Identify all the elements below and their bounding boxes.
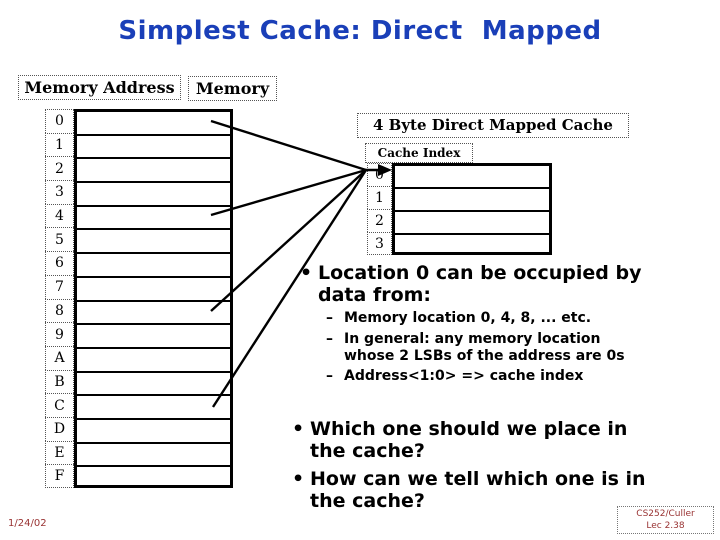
bullet-text: How can we tell which one is in the cach… bbox=[310, 468, 646, 513]
cache-cells-box bbox=[392, 163, 552, 255]
memory-cell bbox=[77, 302, 230, 326]
bullet-marker-icon: • bbox=[292, 468, 305, 491]
arrow-line-from-0 bbox=[210, 119, 367, 172]
memory-address-label: 2 bbox=[45, 156, 74, 181]
sub-bullet-text: Memory location 0, 4, 8, ... etc. bbox=[344, 310, 592, 327]
memory-cell bbox=[77, 254, 230, 278]
memory-cell bbox=[77, 207, 230, 231]
bullet-item: • Location 0 can be occupied by data from… bbox=[296, 262, 720, 306]
bullet-list-questions: • Which one should we place in the cache?… bbox=[288, 418, 720, 518]
memory-address-label: 4 bbox=[45, 203, 74, 228]
bullet-text: Which one should we place in the cache? bbox=[310, 418, 628, 463]
memory-cell bbox=[77, 230, 230, 255]
memory-cells-box bbox=[74, 109, 233, 488]
arrow-line-from-4 bbox=[210, 168, 367, 217]
cache-title-header: 4 Byte Direct Mapped Cache bbox=[357, 113, 629, 138]
memory-address-label: D bbox=[45, 416, 74, 441]
sub-bullet-marker-icon: – bbox=[326, 330, 333, 347]
sub-bullet-marker-icon: – bbox=[326, 368, 333, 385]
cache-index-column: 0123 bbox=[367, 163, 392, 255]
memory-cell bbox=[77, 349, 230, 373]
sub-bullet-text: In general: any memory location whose 2 … bbox=[344, 330, 625, 364]
memory-address-label: B bbox=[45, 369, 74, 394]
sub-bullet-item: – Address<1:0> => cache index bbox=[326, 368, 720, 385]
memory-address-label: 3 bbox=[45, 180, 74, 204]
sub-bullet-list: – Memory location 0, 4, 8, ... etc. – In ge… bbox=[296, 310, 720, 385]
memory-cell bbox=[77, 444, 230, 468]
bullet-text: Location 0 can be occupied by data from: bbox=[318, 262, 642, 307]
memory-cell bbox=[77, 159, 230, 184]
cache-index-label: 1 bbox=[367, 186, 392, 209]
date-stamp: 1/24/02 bbox=[8, 518, 47, 529]
memory-address-label: F bbox=[45, 464, 74, 488]
memory-address-label: C bbox=[45, 393, 74, 417]
sub-bullet-text: Address<1:0> => cache index bbox=[344, 368, 584, 385]
memory-address-label: 9 bbox=[45, 322, 74, 346]
cache-index-label: 3 bbox=[367, 232, 392, 255]
memory-cell bbox=[77, 467, 230, 491]
sub-bullet-marker-icon: – bbox=[326, 310, 333, 327]
cache-cell bbox=[395, 189, 549, 212]
memory-cell bbox=[77, 325, 230, 349]
memory-cell bbox=[77, 183, 230, 207]
memory-address-label: 1 bbox=[45, 132, 74, 157]
memory-address-label: E bbox=[45, 440, 74, 465]
sub-bullet-item: – Memory location 0, 4, 8, ... etc. bbox=[326, 310, 720, 327]
memory-address-label: 6 bbox=[45, 251, 74, 275]
cache-cell bbox=[395, 212, 549, 235]
memory-header: Memory bbox=[188, 76, 277, 101]
cache-cell bbox=[395, 166, 549, 189]
bullet-marker-icon: • bbox=[300, 262, 313, 284]
bullet-marker-icon: • bbox=[292, 418, 305, 440]
memory-address-header: Memory Address bbox=[18, 75, 181, 100]
bullet-list-main: • Location 0 can be occupied by data from… bbox=[296, 262, 720, 391]
memory-address-label: 7 bbox=[45, 274, 74, 299]
bullet-item: • Which one should we place in the cache? bbox=[288, 418, 720, 462]
memory-cell bbox=[77, 373, 230, 397]
memory-address-label: 0 bbox=[45, 109, 74, 133]
page-title: Simplest Cache: Direct Mapped bbox=[118, 16, 602, 46]
cache-index-header: Cache Index bbox=[365, 143, 473, 163]
memory-cell bbox=[77, 112, 230, 136]
memory-address-label: A bbox=[45, 345, 74, 370]
memory-cell bbox=[77, 136, 230, 160]
memory-cell bbox=[77, 396, 230, 420]
footer-credit: CS252/Culler Lec 2.38 bbox=[617, 506, 714, 534]
memory-address-label: 5 bbox=[45, 227, 74, 252]
memory-address-column: 0123456789ABCDEF bbox=[45, 109, 74, 488]
memory-cell bbox=[77, 278, 230, 302]
sub-bullet-item: – In general: any memory location whose 2… bbox=[326, 331, 720, 365]
memory-address-label: 8 bbox=[45, 298, 74, 323]
cache-index-label: 0 bbox=[367, 163, 392, 186]
cache-index-label: 2 bbox=[367, 209, 392, 232]
footer-course: CS252/Culler bbox=[636, 508, 695, 519]
slide-canvas: Simplest Cache: Direct Mapped Memory Add… bbox=[0, 0, 720, 540]
memory-cell bbox=[77, 420, 230, 444]
cache-cell bbox=[395, 235, 549, 258]
footer-lecture: Lec 2.38 bbox=[646, 521, 685, 531]
